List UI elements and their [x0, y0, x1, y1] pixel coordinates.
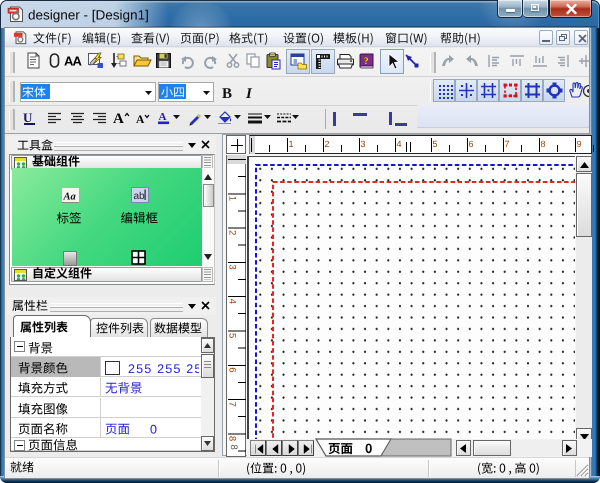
svg-text:?: ? [364, 56, 369, 66]
svg-text:A: A [159, 111, 167, 123]
svg-text:A: A [113, 111, 124, 127]
svg-text:A: A [73, 54, 83, 69]
svg-text:A: A [136, 114, 145, 126]
